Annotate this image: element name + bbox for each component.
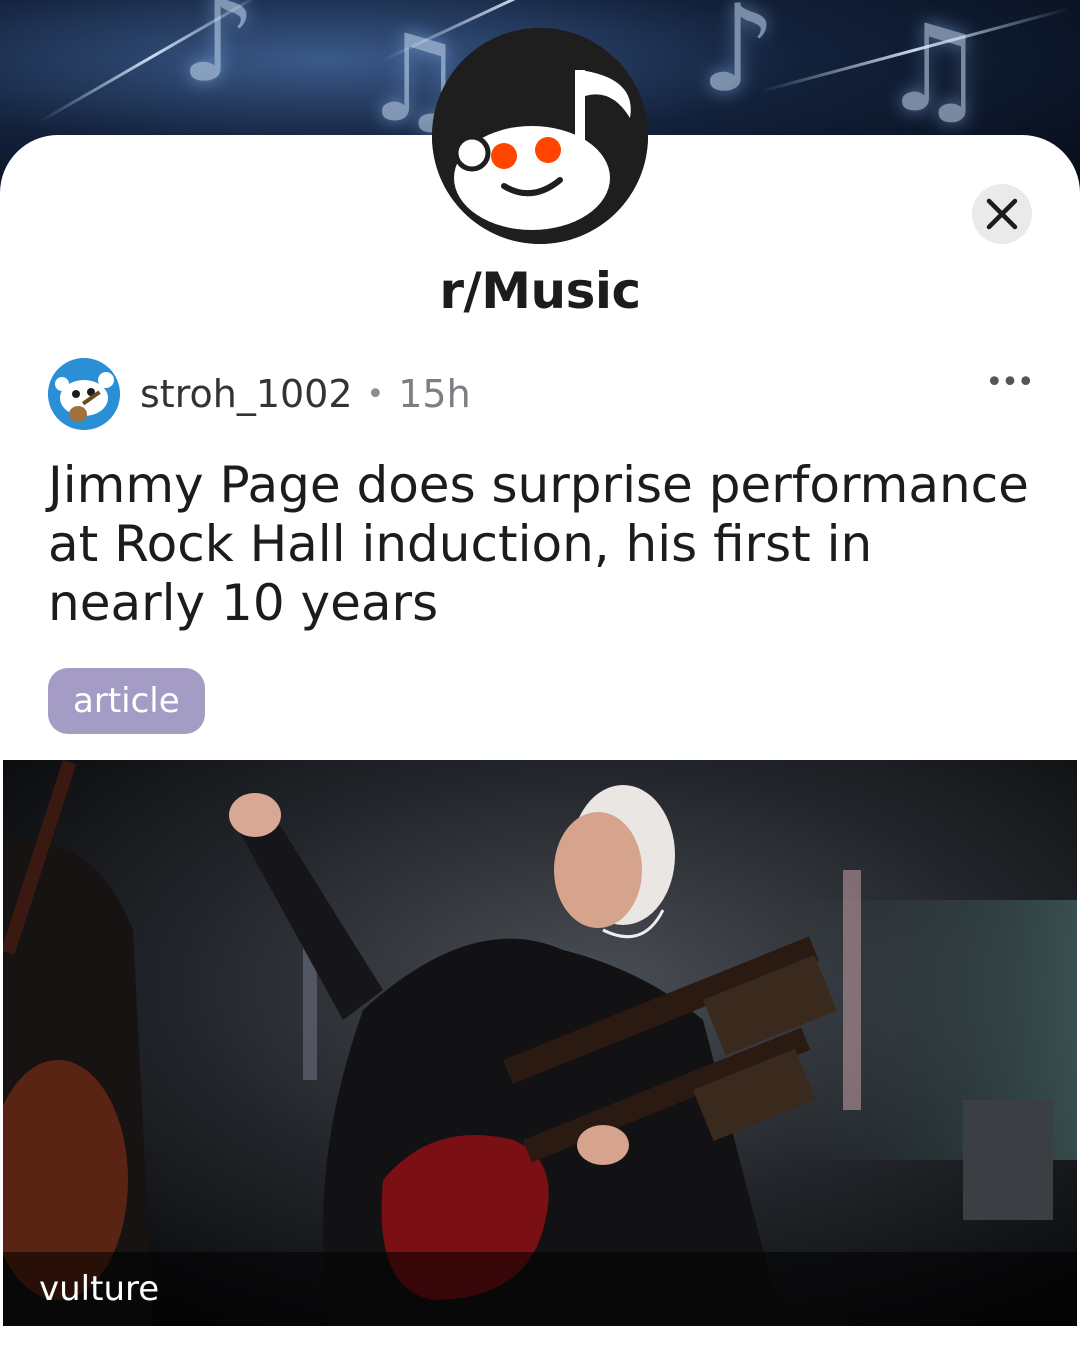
subreddit-avatar[interactable] <box>432 28 648 244</box>
meta-separator: • <box>366 376 385 412</box>
link-source-label: vulture <box>39 1269 160 1309</box>
post-flair-label: article <box>73 681 180 721</box>
snoo-guitar-avatar-icon <box>48 358 120 430</box>
post-title[interactable]: Jimmy Page does surprise performance at … <box>48 456 1038 633</box>
music-note-decoration: ♫ <box>880 0 988 139</box>
link-preview-image[interactable]: vulture <box>3 760 1077 1326</box>
post-author[interactable]: stroh_1002 <box>140 372 353 416</box>
more-options-icon: ••• <box>985 364 1034 400</box>
reddit-music-snoo-icon <box>432 28 648 244</box>
close-button[interactable] <box>972 184 1032 244</box>
user-avatar[interactable] <box>48 358 120 430</box>
close-icon <box>986 198 1018 230</box>
post-flair[interactable]: article <box>48 668 205 734</box>
link-source-bar: vulture <box>3 1252 1077 1326</box>
post-age: 15h <box>398 372 471 416</box>
concert-photo <box>3 760 1077 1326</box>
subreddit-name[interactable]: r/Music <box>0 262 1080 320</box>
music-note-decoration: ♪ <box>700 0 777 119</box>
post-meta: stroh_1002 • 15h <box>48 358 471 430</box>
more-options-button[interactable]: ••• <box>984 362 1034 402</box>
